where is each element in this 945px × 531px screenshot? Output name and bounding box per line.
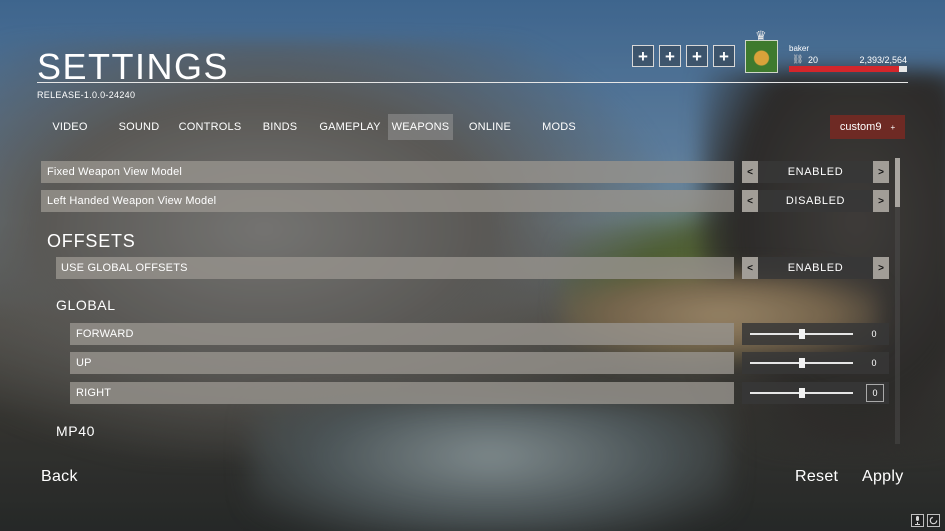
add-button-3[interactable]: + — [686, 45, 708, 67]
subsection-heading-mp40: MP40 — [56, 423, 95, 439]
tab-online[interactable]: ONLINE — [461, 114, 519, 140]
tab-gameplay[interactable]: GAMEPLAY — [316, 114, 384, 140]
option-use-global-offsets[interactable]: USE GLOBAL OFFSETS — [56, 257, 734, 279]
tab-mods[interactable]: MODS — [530, 114, 588, 140]
tab-controls[interactable]: CONTROLS — [176, 114, 244, 140]
slider-value: 0 — [871, 358, 877, 368]
prev-arrow-button[interactable]: < — [742, 161, 758, 183]
prev-arrow-button[interactable]: < — [742, 190, 758, 212]
xp-progress-fill — [789, 66, 900, 72]
quick-add-buttons: + + + + — [632, 45, 735, 67]
subsection-heading-global: GLOBAL — [56, 297, 116, 313]
add-button-1[interactable]: + — [632, 45, 654, 67]
option-left-handed-weapon-view-model[interactable]: Left Handed Weapon View Model — [41, 190, 734, 212]
reset-button[interactable]: Reset — [795, 468, 838, 486]
up-slider[interactable]: 0 — [742, 352, 889, 374]
microphone-icon — [911, 514, 924, 527]
slider-value-input[interactable]: 0 — [866, 384, 884, 402]
xp-readout: 2,393/2,564 — [859, 55, 907, 65]
use-global-offsets-selector: < ENABLED > — [742, 257, 889, 279]
next-arrow-button[interactable]: > — [873, 190, 889, 212]
next-arrow-button[interactable]: > — [873, 257, 889, 279]
option-fixed-weapon-view-model[interactable]: Fixed Weapon View Model — [41, 161, 734, 183]
loading-icon — [927, 514, 940, 527]
tab-video[interactable]: VIDEO — [41, 114, 99, 140]
tab-sound[interactable]: SOUND — [110, 114, 168, 140]
slider-value: 0 — [871, 329, 877, 339]
selector-value: ENABLED — [787, 166, 844, 178]
tab-weapons[interactable]: WEAPONS — [388, 114, 453, 140]
add-button-4[interactable]: + — [713, 45, 735, 67]
avatar[interactable] — [745, 40, 778, 73]
selector-value: DISABLED — [785, 195, 846, 207]
fixed-weapon-view-model-selector: < ENABLED > — [742, 161, 889, 183]
plus-icon: + — [890, 122, 896, 132]
forward-slider[interactable]: 0 — [742, 323, 889, 345]
custom-profile-button[interactable]: custom9 + — [830, 115, 905, 139]
player-name: baker — [789, 44, 810, 53]
settings-tabs: VIDEO SOUND CONTROLS BINDS GAMEPLAY WEAP… — [0, 114, 620, 140]
scrollbar-thumb[interactable] — [895, 158, 900, 207]
slider-label-up: UP — [70, 352, 734, 374]
player-level: 20 — [808, 55, 819, 65]
slider-handle[interactable] — [798, 329, 805, 339]
title-divider — [37, 82, 908, 83]
add-button-2[interactable]: + — [659, 45, 681, 67]
next-arrow-button[interactable]: > — [873, 161, 889, 183]
xp-progress-bar — [789, 66, 907, 72]
slider-label-right: RIGHT — [70, 382, 734, 404]
slider-handle[interactable] — [798, 388, 805, 398]
slider-label-forward: FORWARD — [70, 323, 734, 345]
settings-scrollbar[interactable] — [895, 158, 900, 444]
left-handed-view-model-selector: < DISABLED > — [742, 190, 889, 212]
section-heading-offsets: OFFSETS — [47, 231, 136, 251]
apply-button[interactable]: Apply — [862, 468, 904, 486]
custom-profile-label: custom9 — [839, 121, 882, 133]
back-button[interactable]: Back — [41, 468, 78, 486]
right-slider[interactable]: 0 — [742, 382, 889, 404]
slider-handle[interactable] — [798, 358, 805, 368]
tab-binds[interactable]: BINDS — [254, 114, 306, 140]
version-label: RELEASE-1.0.0-24240 — [37, 90, 136, 100]
prev-arrow-button[interactable]: < — [742, 257, 758, 279]
selector-value: ENABLED — [787, 262, 844, 274]
rank-icon: ⛓ — [792, 54, 804, 64]
